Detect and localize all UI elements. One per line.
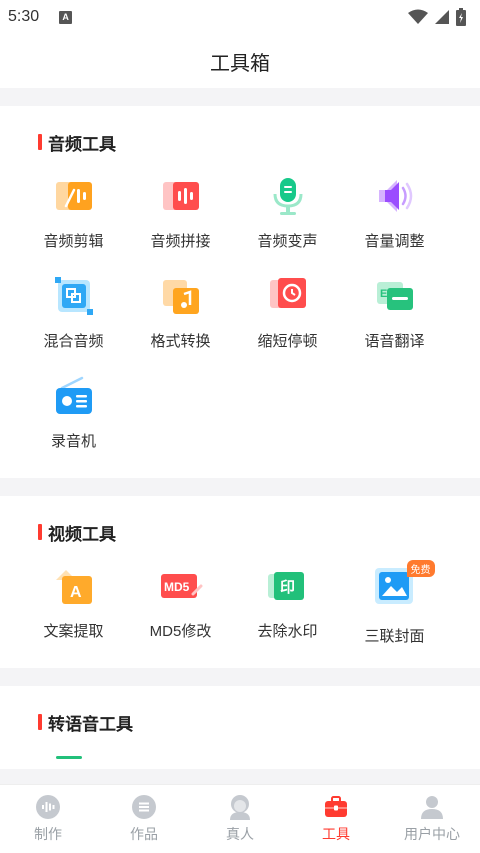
tool-label: 三联封面 [364,628,425,645]
tab-label: 作品 [130,826,158,842]
tool-md5-edit[interactable]: MD5 MD5修改 [127,558,234,658]
partial-tool-row [0,756,480,759]
tab-tools[interactable]: 工具 [288,785,384,853]
free-badge: 免费 [406,560,435,577]
tool-label: 录音机 [50,433,96,450]
battery-icon [456,8,466,26]
tool-radio-recorder[interactable]: 录音机 [20,368,127,468]
section-gap [0,478,480,496]
tool-volume-adjust[interactable]: 音量调整 [341,168,448,268]
tool-label: 音频拼接 [150,233,211,250]
tool-grid: 音频剪辑 音频拼接 音频变声 音量调整 混合音频 格式转换 缩短停顿 En 语音… [0,168,480,468]
section-accent-bar [38,524,42,540]
tool-mix-audio[interactable]: 混合音频 [20,268,127,368]
tool-label: MD5修改 [149,623,212,640]
tool-format-convert[interactable]: 格式转换 [127,268,234,368]
audio-join-icon [162,182,199,210]
tool-label: 音频剪辑 [43,233,104,250]
tab-label: 工具 [322,826,350,842]
remove-watermark-icon: 印 [267,572,304,600]
tool-text-extract[interactable]: A 文案提取 [20,558,127,658]
tool-triple-cover[interactable]: 免费 三联封面 [341,558,448,658]
status-time: 5:30 [8,8,40,25]
tool-audio-cut[interactable]: 音频剪辑 [20,168,127,268]
section-accent-bar [38,714,42,730]
svg-text:A: A [70,584,82,601]
tab-label: 制作 [34,826,62,842]
audio-cut-icon [55,182,92,210]
status-bar: 5:30 A [0,0,480,34]
tab-real-person[interactable]: 真人 [192,785,288,853]
radio-recorder-icon [55,376,92,414]
toolbox-icon [325,796,347,817]
page-title: 工具箱 [210,52,270,75]
tool-audio-join[interactable]: 音频拼接 [127,168,234,268]
section-header: 音频工具 [0,128,480,156]
audio-tools-section: 音频工具 音频剪辑 音频拼接 音频变声 音量调整 混合音频 格式转换 缩短停顿 … [0,106,480,478]
tool-label: 缩短停顿 [257,333,318,350]
tool-label: 文案提取 [43,623,104,640]
md5-edit-icon: MD5 [160,574,202,598]
tool-shorten-pause[interactable]: 缩短停顿 [234,268,341,368]
voice-change-icon [273,178,302,215]
tool-label: 音量调整 [364,233,425,250]
md5-icon-text: MD5 [164,580,190,594]
tool-remove-watermark[interactable]: 印 去除水印 [234,558,341,658]
watermark-icon-text: 印 [280,578,295,596]
user-icon [421,796,443,819]
title-bar: 工具箱 [0,34,480,88]
tool-label: 混合音频 [43,333,104,350]
volume-adjust-icon [378,180,412,212]
video-tools-section: 视频工具 A 文案提取 MD5 MD5修改 印 去除水印 免费 三联封面 [0,496,480,668]
voice-translate-icon: En [376,282,413,310]
waveform-icon [36,795,60,819]
section-title: 转语音工具 [48,714,133,734]
mix-audio-icon [54,277,93,315]
partial-tool-icon [56,756,82,759]
section-accent-bar [38,134,42,150]
tool-voice-translate[interactable]: En 语音翻译 [341,268,448,368]
signal-icon [435,10,449,24]
tool-grid: A 文案提取 MD5 MD5修改 印 去除水印 免费 三联封面 [0,558,480,658]
tool-label: 格式转换 [150,333,211,350]
section-title: 音频工具 [48,134,116,154]
section-header: 视频工具 [0,518,480,546]
section-title: 视频工具 [48,524,116,544]
tool-content[interactable]: 音频工具 音频剪辑 音频拼接 音频变声 音量调整 混合音频 格式转换 缩短停顿 … [0,88,480,784]
wifi-icon [408,9,428,24]
notification-a-icon: A [59,10,73,24]
section-gap [0,88,480,106]
tab-user-center[interactable]: 用户中心 [384,785,480,853]
shorten-pause-icon [269,278,306,308]
section-gap [0,668,480,686]
section-header: 转语音工具 [0,708,480,736]
tool-label: 去除水印 [257,623,318,640]
tab-make[interactable]: 制作 [0,785,96,853]
person-face-icon [230,795,250,820]
tab-works[interactable]: 作品 [96,785,192,853]
bottom-tab-bar: 制作 作品 真人 工具 用户中心 [0,784,480,853]
text-extract-icon: A [55,570,92,604]
tool-label: 语音翻译 [364,333,425,350]
tab-label: 用户中心 [404,826,460,842]
tool-voice-change[interactable]: 音频变声 [234,168,341,268]
tab-label: 真人 [226,826,254,842]
screen: 5:30 A 工具箱 音频工具 音频剪辑 音频拼接 音频变声 音量调整 混合音频… [0,0,480,853]
tool-label: 音频变声 [257,233,318,250]
format-convert-icon [162,280,199,314]
status-icons [408,8,466,26]
list-icon [132,795,156,819]
tts-tools-section: 转语音工具 [0,686,480,769]
